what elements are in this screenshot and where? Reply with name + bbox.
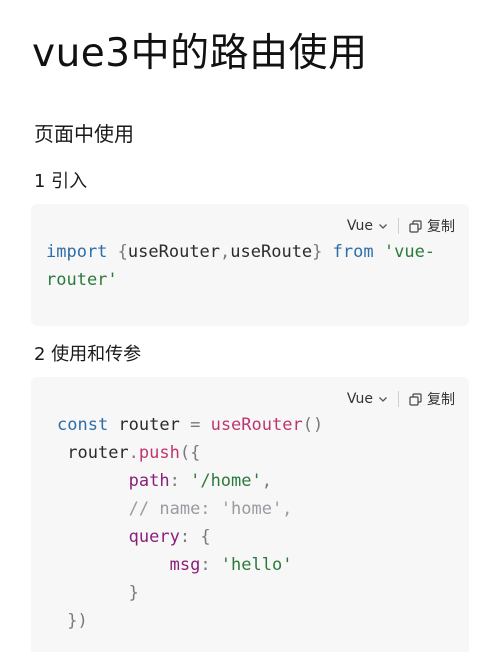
chevron-down-icon [379,397,387,402]
code-line: router.push({ [57,443,200,463]
token-punct: { [200,527,211,547]
section-heading: 页面中使用 [34,122,134,146]
code-text: import {useRouter,useRoute} from 'vue- r… [46,238,435,294]
token-identifier: useRouter [127,242,221,262]
token-punct: } [312,242,333,262]
token-punct: , [261,471,272,491]
token-property: msg [169,555,201,575]
token-property: query [128,527,180,547]
token-punct: { [107,242,128,262]
token-punct: () [302,415,324,435]
language-label: Vue [346,218,373,234]
toolbar-divider [398,218,399,234]
code-line: path: '/home', [57,471,272,491]
token-identifier: useRoute [230,242,313,262]
token-punct: , [220,242,231,262]
code-line: import {useRouter,useRoute} from 'vue- [46,242,435,262]
code-block-usage: Vue 复制 const router = useRouter() router… [31,377,469,652]
token-punct: : [169,471,191,491]
code-line: }) [57,611,88,631]
token-identifier: router [108,415,191,435]
language-select[interactable]: Vue [347,218,388,234]
copy-icon [409,392,422,406]
token-keyword: import [46,242,108,262]
language-label: Vue [346,391,373,407]
token-string: 'hello' [220,555,293,575]
step-1-label: 1 引入 [34,171,88,192]
token-operator: = [190,415,201,435]
language-select[interactable]: Vue [347,391,388,407]
code-line: // name: 'home', [57,499,293,519]
token-identifier: router [67,443,129,463]
copy-button[interactable]: 复制 [409,389,455,409]
code-line: const router = useRouter() [57,415,323,435]
page-title: vue3中的路由使用 [32,31,368,76]
token-keyword: from [332,242,374,262]
code-text: const router = useRouter() router.push({… [57,411,323,635]
code-block-import: Vue 复制 import {useRouter,useRoute} from … [31,204,469,326]
copy-icon [409,219,422,233]
token-string: router' [46,270,118,290]
code-toolbar: Vue 复制 [347,216,455,236]
copy-label: 复制 [427,219,455,235]
code-line: router' [46,270,118,290]
token-keyword: const [57,415,109,435]
code-line: query: { [57,527,211,547]
code-toolbar: Vue 复制 [347,389,455,409]
token-string: 'vue- [383,242,436,262]
token-function: useRouter [210,415,303,435]
token-property: path [128,471,170,491]
chevron-down-icon [379,224,387,229]
code-line: } [57,583,139,603]
token-string: '/home' [190,471,262,491]
step-2-label: 2 使用和传参 [34,344,142,365]
token-punct: } [128,583,139,603]
copy-label: 复制 [427,392,455,408]
token-comment: // name: 'home', [128,499,293,519]
token-function: push [138,443,180,463]
code-line: msg: 'hello' [57,555,293,575]
token-punct: : [200,555,221,575]
token-punct: . [128,443,139,463]
token-punct: }) [67,611,88,631]
token-punct: : [179,527,201,547]
token-punct: ({ [179,443,201,463]
copy-button[interactable]: 复制 [409,216,455,236]
toolbar-divider [398,391,399,407]
